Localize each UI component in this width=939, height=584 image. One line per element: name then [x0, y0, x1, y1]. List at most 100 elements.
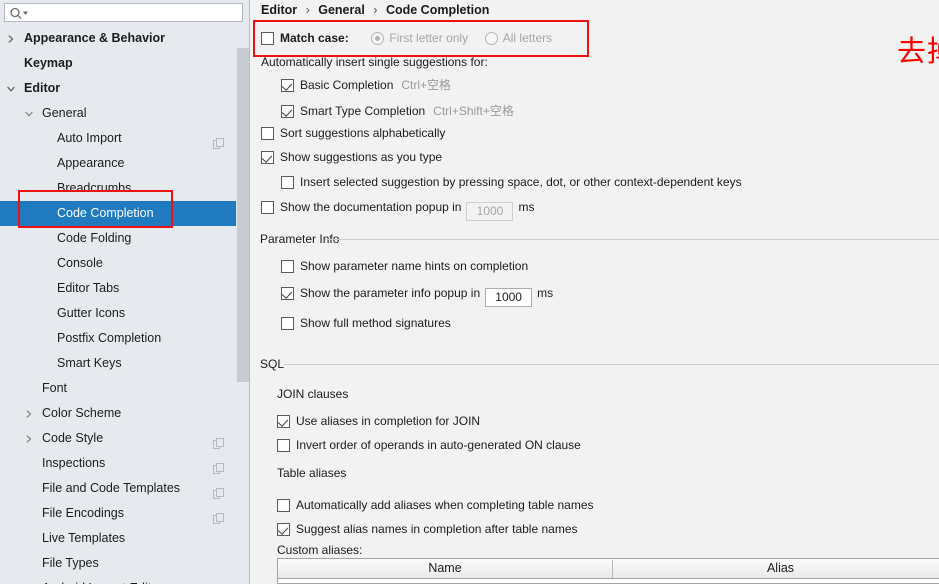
parameter-info-separator-line	[325, 239, 939, 240]
match-case-row: Match case: First letter only All letter…	[261, 28, 552, 48]
settings-tree[interactable]: Appearance & Behavior Keymap Editor General…	[0, 26, 250, 584]
auto-add-aliases-checkbox[interactable]	[277, 499, 290, 512]
sidebar-item-label: File and Code Templates	[42, 481, 181, 495]
sidebar-item-auto-import[interactable]: Auto Import	[0, 126, 250, 151]
sql-title-text: SQL	[260, 357, 285, 371]
sidebar-item-smart-keys[interactable]: Smart Keys	[0, 351, 250, 376]
settings-dialog: Appearance & Behavior Keymap Editor General…	[0, 0, 939, 584]
sidebar-item-label: Inspections	[42, 456, 106, 470]
code-completion-settings-panel: Editor › General › Code Completion Match…	[250, 0, 939, 584]
smart-type-completion-shortcut: Ctrl+Shift+空格	[433, 104, 514, 118]
sidebar-item-label: Keymap	[24, 56, 73, 70]
show-suggestions-label: Show suggestions as you type	[280, 150, 443, 164]
doc-popup-checkbox[interactable]	[261, 201, 274, 214]
custom-aliases-label: Custom aliases:	[277, 541, 362, 559]
param-info-popup-row: Show the parameter info popup in 1000 ms	[281, 283, 554, 307]
suggest-alias-names-label: Suggest alias names in completion after …	[296, 522, 578, 536]
param-info-popup-checkbox[interactable]	[281, 287, 294, 300]
insert-selected-suggestion-label: Insert selected suggestion by pressing s…	[300, 175, 742, 189]
sidebar-item-color-scheme[interactable]: Color Scheme	[0, 401, 250, 426]
breadcrumb-code-completion: Code Completion	[385, 3, 490, 17]
sidebar-item-editor-tabs[interactable]: Editor Tabs	[0, 276, 250, 301]
sidebar-search[interactable]	[4, 3, 243, 22]
copy-settings-icon[interactable]	[213, 458, 224, 474]
sidebar-item-breadcrumbs[interactable]: Breadcrumbs	[0, 176, 250, 201]
table-aliases-group-text: Table aliases	[277, 466, 347, 480]
param-info-popup-delay-input[interactable]: 1000	[485, 288, 533, 307]
sidebar-item-code-folding[interactable]: Code Folding	[0, 226, 250, 251]
sidebar-item-file-encodings[interactable]: File Encodings	[0, 501, 250, 526]
all-letters-radio[interactable]	[484, 32, 498, 45]
search-icon[interactable]	[9, 7, 31, 20]
first-letter-only-radio[interactable]	[371, 32, 385, 45]
basic-completion-row: Basic Completion Ctrl+空格	[281, 75, 451, 95]
sidebar-item-font[interactable]: Font	[0, 376, 250, 401]
custom-aliases-table-header: Name Alias	[278, 559, 939, 579]
sidebar-item-label: Font	[42, 381, 68, 395]
chevron-right-icon[interactable]	[22, 426, 36, 451]
param-info-popup-unit: ms	[537, 286, 554, 300]
breadcrumb-general[interactable]: General	[318, 3, 365, 17]
chevron-down-icon[interactable]	[22, 101, 36, 126]
sidebar-item-file-and-code-templates[interactable]: File and Code Templates	[0, 476, 250, 501]
chevron-down-icon[interactable]	[4, 76, 18, 101]
sidebar-item-postfix-completion[interactable]: Postfix Completion	[0, 326, 250, 351]
doc-popup-unit: ms	[518, 200, 535, 214]
smart-type-completion-checkbox[interactable]	[281, 105, 294, 118]
column-header-alias[interactable]: Alias	[613, 559, 939, 578]
param-name-hints-checkbox[interactable]	[281, 260, 294, 273]
sidebar-item-gutter-icons[interactable]: Gutter Icons	[0, 301, 250, 326]
sidebar-item-editor[interactable]: Editor	[0, 76, 250, 101]
copy-settings-icon[interactable]	[213, 133, 224, 149]
search-input[interactable]	[31, 4, 241, 21]
use-aliases-join-checkbox[interactable]	[277, 415, 290, 428]
match-case-checkbox[interactable]	[261, 32, 274, 45]
sidebar-item-android-layout-edit[interactable]: Android Layout Edit	[0, 576, 250, 584]
basic-completion-shortcut: Ctrl+空格	[401, 78, 452, 92]
basic-completion-label: Basic Completion	[300, 78, 394, 92]
sidebar-item-code-completion[interactable]: Code Completion	[0, 201, 250, 226]
sort-suggestions-checkbox[interactable]	[261, 127, 274, 140]
auto-insert-heading-text: Automatically insert single suggestions …	[261, 55, 488, 69]
sidebar-item-code-style[interactable]: Code Style	[0, 426, 250, 451]
table-aliases-group-label: Table aliases	[277, 464, 346, 482]
basic-completion-checkbox[interactable]	[281, 79, 294, 92]
settings-sidebar: Appearance & Behavior Keymap Editor General…	[0, 0, 250, 584]
param-info-popup-label: Show the parameter info popup in	[300, 286, 481, 300]
sidebar-item-appearance[interactable]: Appearance	[0, 151, 250, 176]
sidebar-item-label: Postfix Completion	[57, 331, 162, 345]
sidebar-item-inspections[interactable]: Inspections	[0, 451, 250, 476]
join-clauses-group-text: JOIN clauses	[277, 387, 349, 401]
suggest-alias-names-checkbox[interactable]	[277, 523, 290, 536]
breadcrumb-editor[interactable]: Editor	[261, 3, 297, 17]
sidebar-scrollbar-track[interactable]	[236, 26, 250, 584]
doc-popup-delay-input[interactable]: 1000	[466, 202, 514, 221]
sidebar-item-keymap[interactable]: Keymap	[0, 51, 250, 76]
sidebar-item-label: Code Completion	[57, 206, 154, 220]
column-header-name[interactable]: Name	[278, 559, 612, 578]
annotation-note: 去掉大小写转换	[897, 34, 939, 68]
sidebar-item-console[interactable]: Console	[0, 251, 250, 276]
sidebar-item-label: Color Scheme	[42, 406, 122, 420]
sidebar-item-appearance-behavior[interactable]: Appearance & Behavior	[0, 26, 250, 51]
sidebar-item-live-templates[interactable]: Live Templates	[0, 526, 250, 551]
show-suggestions-checkbox[interactable]	[261, 151, 274, 164]
full-method-signatures-checkbox[interactable]	[281, 317, 294, 330]
chevron-right-icon[interactable]	[4, 26, 18, 51]
sidebar-item-file-types[interactable]: File Types	[0, 551, 250, 576]
copy-settings-icon[interactable]	[213, 483, 224, 499]
sidebar-scrollbar-thumb[interactable]	[237, 48, 249, 382]
insert-selected-suggestion-checkbox[interactable]	[281, 176, 294, 189]
sidebar-item-label: Appearance & Behavior	[24, 31, 166, 45]
copy-settings-icon[interactable]	[213, 508, 224, 524]
copy-settings-icon[interactable]	[213, 433, 224, 449]
invert-operands-checkbox[interactable]	[277, 439, 290, 452]
breadcrumb-separator-2: ›	[373, 3, 378, 17]
custom-aliases-table[interactable]: Name Alias	[277, 558, 939, 584]
chevron-right-icon[interactable]	[22, 401, 36, 426]
sidebar-item-general[interactable]: General	[0, 101, 250, 126]
use-aliases-join-row: Use aliases in completion for JOIN	[277, 411, 480, 431]
auto-add-aliases-row: Automatically add aliases when completin…	[277, 495, 594, 515]
invert-operands-label: Invert order of operands in auto-generat…	[296, 438, 581, 452]
sidebar-item-label: Auto Import	[57, 131, 122, 145]
